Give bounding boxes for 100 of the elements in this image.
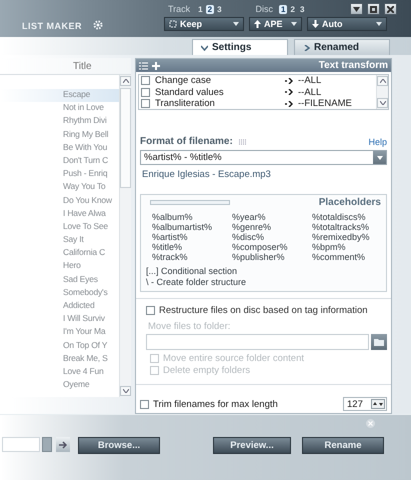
up-chevron-icon [122, 79, 128, 83]
chevron-icon [303, 44, 310, 50]
action-button[interactable]: Preview... [213, 437, 291, 454]
list-row[interactable]: Addicted [0, 300, 119, 314]
checkbox[interactable] [146, 306, 155, 314]
dropdown[interactable]: APE [249, 17, 302, 31]
list-row[interactable]: Do You Know [0, 194, 119, 208]
tab[interactable]: Renamed [294, 39, 390, 55]
caret-icon [376, 156, 382, 160]
add-icon[interactable] [152, 62, 160, 70]
list-row[interactable]: Oyeme [0, 379, 119, 392]
help-link[interactable]: Help [368, 136, 387, 146]
placeholder-item[interactable]: %totaldiscs% [312, 212, 381, 222]
path-field[interactable] [2, 437, 40, 452]
list-row[interactable]: Love To See [0, 220, 119, 234]
app-title: LIST MAKER [22, 21, 83, 31]
checkbox-label: Restructure files on disc based on tag information [159, 304, 368, 316]
checkbox-label: Trim filenames for max length [153, 398, 278, 410]
action-button[interactable]: Browse... [78, 437, 160, 454]
list-row[interactable]: Not in Love [0, 102, 119, 116]
number-option[interactable]: 1 [279, 4, 288, 14]
up-down-icon[interactable] [371, 399, 385, 409]
placeholder-note: \ - Create folder structure [146, 277, 248, 288]
scroll-down-button[interactable] [120, 386, 131, 396]
scrollbar[interactable] [119, 75, 131, 397]
list-row[interactable]: Be With You [0, 142, 119, 155]
minimize-button[interactable] [350, 3, 363, 15]
placeholder-item[interactable]: %title% [152, 242, 232, 252]
frame-icon [169, 20, 177, 28]
scroll-down-button[interactable] [377, 98, 388, 108]
list-row[interactable]: Hero [0, 260, 119, 274]
field-label: Move files to folder: [148, 320, 230, 332]
tab[interactable]: Settings [192, 39, 288, 55]
go-button[interactable] [56, 437, 70, 452]
number-option[interactable]: 1 [196, 4, 205, 14]
list-row[interactable]: Sad Eyes [0, 274, 119, 287]
arrow-icon [285, 78, 293, 84]
list-row[interactable]: California C [0, 247, 119, 260]
checkbox[interactable] [141, 76, 150, 86]
length-spinner[interactable]: 127 [343, 397, 387, 411]
format-field[interactable]: %artist% - %title% [140, 150, 387, 165]
down-arrow-icon [312, 20, 319, 28]
maximize-button[interactable] [367, 3, 380, 15]
list-row[interactable]: I Will Surviv [0, 313, 119, 326]
transform-value: --ALL [298, 75, 322, 86]
placeholder-item[interactable]: %disc% [232, 232, 312, 242]
settings-icon[interactable] [92, 19, 104, 31]
dropdown[interactable]: Keep [164, 17, 244, 31]
checkbox[interactable] [140, 400, 149, 408]
transform-value: --FILENAME [298, 98, 352, 110]
number-option[interactable]: 2 [288, 4, 297, 14]
list-row[interactable]: Break Me, S [0, 352, 119, 366]
scroll-up-button[interactable] [377, 76, 388, 86]
scroll-thumb[interactable] [120, 88, 131, 188]
placeholder-item[interactable]: %genre% [232, 222, 312, 232]
arrow-icon [285, 100, 293, 107]
action-button[interactable]: Rename [302, 437, 384, 454]
checkbox[interactable] [141, 88, 150, 97]
placeholder-item[interactable]: %year% [232, 212, 312, 222]
arrow-icon [285, 89, 293, 96]
placeholder-item[interactable]: %remixedby% [312, 232, 381, 242]
placeholder-item[interactable]: %albumartist% [152, 222, 232, 232]
number-option[interactable]: 3 [298, 4, 306, 14]
transform-value: --ALL [298, 86, 322, 98]
list-row[interactable]: On Top Of Y [0, 340, 119, 353]
placeholder-item[interactable]: %bpm% [312, 242, 381, 252]
column-header[interactable]: Title [0, 58, 131, 75]
caret-icon [233, 22, 239, 26]
number-option[interactable]: 2 [206, 4, 214, 14]
list-icon[interactable] [139, 62, 148, 70]
list-row[interactable]: Rhythm Divi [0, 115, 119, 129]
placeholder-item[interactable]: %totaltracks% [312, 222, 381, 232]
list-row[interactable]: I'm Your Ma [0, 326, 119, 340]
placeholder-item[interactable]: %publisher% [232, 252, 312, 262]
list-row[interactable]: Love 4 Fun [0, 366, 119, 380]
list-row[interactable]: Somebody's [0, 286, 119, 300]
list-row[interactable]: Way You To [0, 181, 119, 194]
placeholder-item[interactable]: %comment% [312, 252, 381, 262]
folder-button[interactable] [371, 334, 387, 350]
selector-label: Disc [256, 4, 274, 14]
placeholder-item[interactable]: %composer% [232, 242, 312, 252]
dropdown[interactable]: Auto [307, 17, 387, 31]
folder-field[interactable] [146, 334, 369, 350]
grid-icon[interactable] [238, 138, 246, 144]
right-arrow-icon [59, 440, 67, 448]
close-button[interactable] [384, 3, 397, 15]
checkbox-label: Delete empty folders [163, 364, 250, 376]
list-row[interactable]: Push - Enriq [0, 168, 119, 182]
placeholder-item[interactable]: %album% [152, 212, 232, 222]
placeholder-item[interactable]: %track% [152, 252, 232, 262]
checkbox[interactable] [141, 99, 150, 108]
placeholder-item[interactable]: %artist% [152, 232, 232, 242]
list-row[interactable]: Don't Turn C [0, 154, 119, 168]
scroll-up-button[interactable] [120, 76, 131, 86]
scrollbar[interactable] [376, 75, 388, 109]
list-row[interactable]: Ring My Bell [0, 128, 119, 142]
list-row[interactable]: Say It [0, 234, 119, 248]
list-row[interactable]: I Have Alwa [0, 208, 119, 221]
number-option[interactable]: 3 [215, 4, 224, 14]
folder-icon [374, 338, 384, 346]
